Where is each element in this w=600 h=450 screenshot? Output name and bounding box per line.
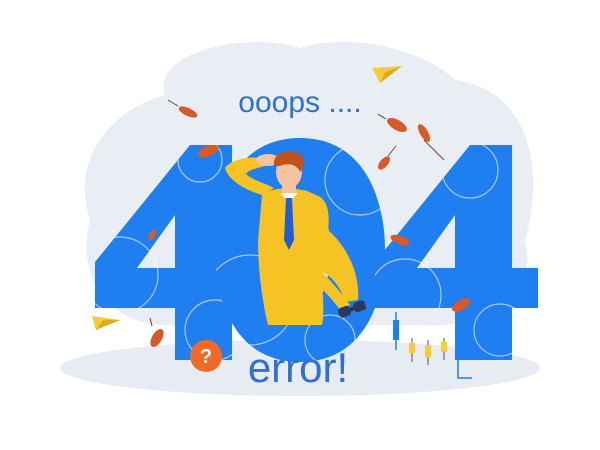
error-text: error! [248, 344, 348, 391]
question-icon: ? [190, 340, 222, 372]
svg-text:?: ? [200, 346, 212, 368]
error-404-illustration: ooops .... ? error! [0, 0, 600, 450]
paper-plane-icon [92, 316, 120, 330]
headline-text: ooops .... [238, 86, 361, 119]
